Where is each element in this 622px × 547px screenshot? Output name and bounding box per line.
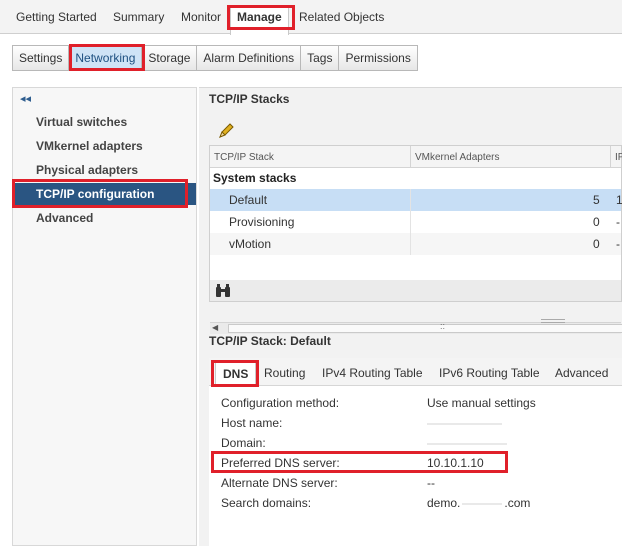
manage-subtab-bar: Settings Networking Storage Alarm Defini… — [12, 45, 418, 71]
column-header-ip[interactable]: IP — [615, 152, 622, 163]
adapter-count: 0 — [593, 237, 600, 251]
pencil-icon[interactable] — [217, 122, 235, 140]
table-header: TCP/IP Stack VMkernel Adapters IP — [210, 146, 622, 168]
scrollbar-thumb[interactable] — [228, 324, 622, 333]
scroll-grip: :: — [440, 321, 446, 331]
tcpip-content-panel: TCP/IP Stacks TCP/IP Stack VMkernel Adap… — [199, 87, 622, 547]
tab-routing[interactable]: Routing — [264, 366, 305, 380]
search-domains-value: demo. .com — [427, 496, 531, 510]
column-header-tcpip-stack[interactable]: TCP/IP Stack — [214, 152, 274, 163]
tab-related-objects[interactable]: Related Objects — [299, 10, 384, 24]
table-row[interactable]: vMotion 0 - — [210, 233, 621, 255]
tab-manage[interactable]: Manage — [230, 5, 289, 35]
nav-advanced[interactable]: Advanced — [13, 207, 196, 229]
nav-tcpip-configuration[interactable]: TCP/IP configuration — [13, 183, 196, 205]
subtab-tags[interactable]: Tags — [300, 45, 340, 71]
tab-getting-started[interactable]: Getting Started — [16, 10, 97, 24]
adapter-count: 0 — [593, 215, 600, 229]
object-tab-bar: Getting Started Summary Monitor Manage R… — [0, 0, 622, 35]
tab-ipv6-routing-table[interactable]: IPv6 Routing Table — [439, 366, 540, 380]
property-label: Host name: — [221, 416, 283, 430]
property-label: Search domains: — [221, 496, 312, 510]
tab-summary[interactable]: Summary — [113, 10, 164, 24]
property-value: -- — [427, 476, 435, 490]
nav-virtual-switches[interactable]: Virtual switches — [13, 111, 196, 133]
tab-advanced[interactable]: Advanced — [555, 366, 608, 380]
subtab-alarm-definitions[interactable]: Alarm Definitions — [196, 45, 302, 71]
adapter-count: 5 — [593, 193, 600, 207]
table-toolbar — [209, 280, 622, 302]
networking-nav-panel: ◂◂ Virtual switches VMkernel adapters Ph… — [12, 87, 197, 546]
property-value: Use manual settings — [427, 396, 536, 410]
nav-physical-adapters[interactable]: Physical adapters — [13, 159, 196, 181]
tab-monitor[interactable]: Monitor — [181, 10, 221, 24]
ip-cell: 1 — [616, 193, 622, 207]
double-chevron-left-icon[interactable]: ◂◂ — [20, 92, 31, 105]
subtab-permissions[interactable]: Permissions — [338, 45, 418, 71]
column-header-vmkernel-adapters[interactable]: VMkernel Adapters — [415, 152, 500, 163]
detail-tab-bar: DNS Routing IPv4 Routing Table IPv6 Rout… — [209, 358, 622, 387]
property-label: Domain: — [221, 436, 266, 450]
table-row[interactable]: Default 5 1 — [210, 189, 622, 211]
subtab-storage[interactable]: Storage — [141, 45, 198, 71]
group-label-system-stacks: System stacks — [213, 171, 297, 185]
tab-dns[interactable]: DNS — [215, 361, 257, 387]
subtab-networking[interactable]: Networking — [68, 45, 143, 71]
subtab-settings[interactable]: Settings — [12, 45, 70, 71]
property-label: Preferred DNS server: — [221, 456, 340, 470]
tab-ipv4-routing-table[interactable]: IPv4 Routing Table — [322, 366, 423, 380]
preferred-dns-value: 10.10.1.10 — [427, 456, 484, 470]
detail-section-title: TCP/IP Stack: Default — [209, 334, 331, 348]
pane-splitter-handle[interactable] — [541, 319, 565, 323]
scroll-left-arrow-icon[interactable]: ◀ — [212, 323, 218, 332]
redacted-host-name — [427, 416, 502, 430]
redacted-domain — [427, 436, 507, 450]
stack-name: Default — [229, 193, 268, 207]
nav-vmkernel-adapters[interactable]: VMkernel adapters — [13, 135, 196, 157]
horizontal-scrollbar[interactable]: ◀ :: — [210, 321, 622, 334]
property-label: Alternate DNS server: — [221, 476, 338, 490]
binoculars-icon[interactable] — [215, 284, 231, 298]
stack-detail-panel: DNS Routing IPv4 Routing Table IPv6 Rout… — [209, 358, 622, 547]
tcpip-stacks-table: TCP/IP Stack VMkernel Adapters IP System… — [209, 145, 622, 334]
ip-cell: - — [616, 237, 620, 251]
stack-name: Provisioning — [229, 215, 295, 229]
ip-cell: - — [616, 215, 620, 229]
stacks-section-title: TCP/IP Stacks — [209, 92, 290, 106]
stack-name: vMotion — [229, 237, 272, 251]
property-label: Configuration method: — [221, 396, 340, 410]
table-row[interactable]: Provisioning 0 - — [210, 211, 621, 233]
